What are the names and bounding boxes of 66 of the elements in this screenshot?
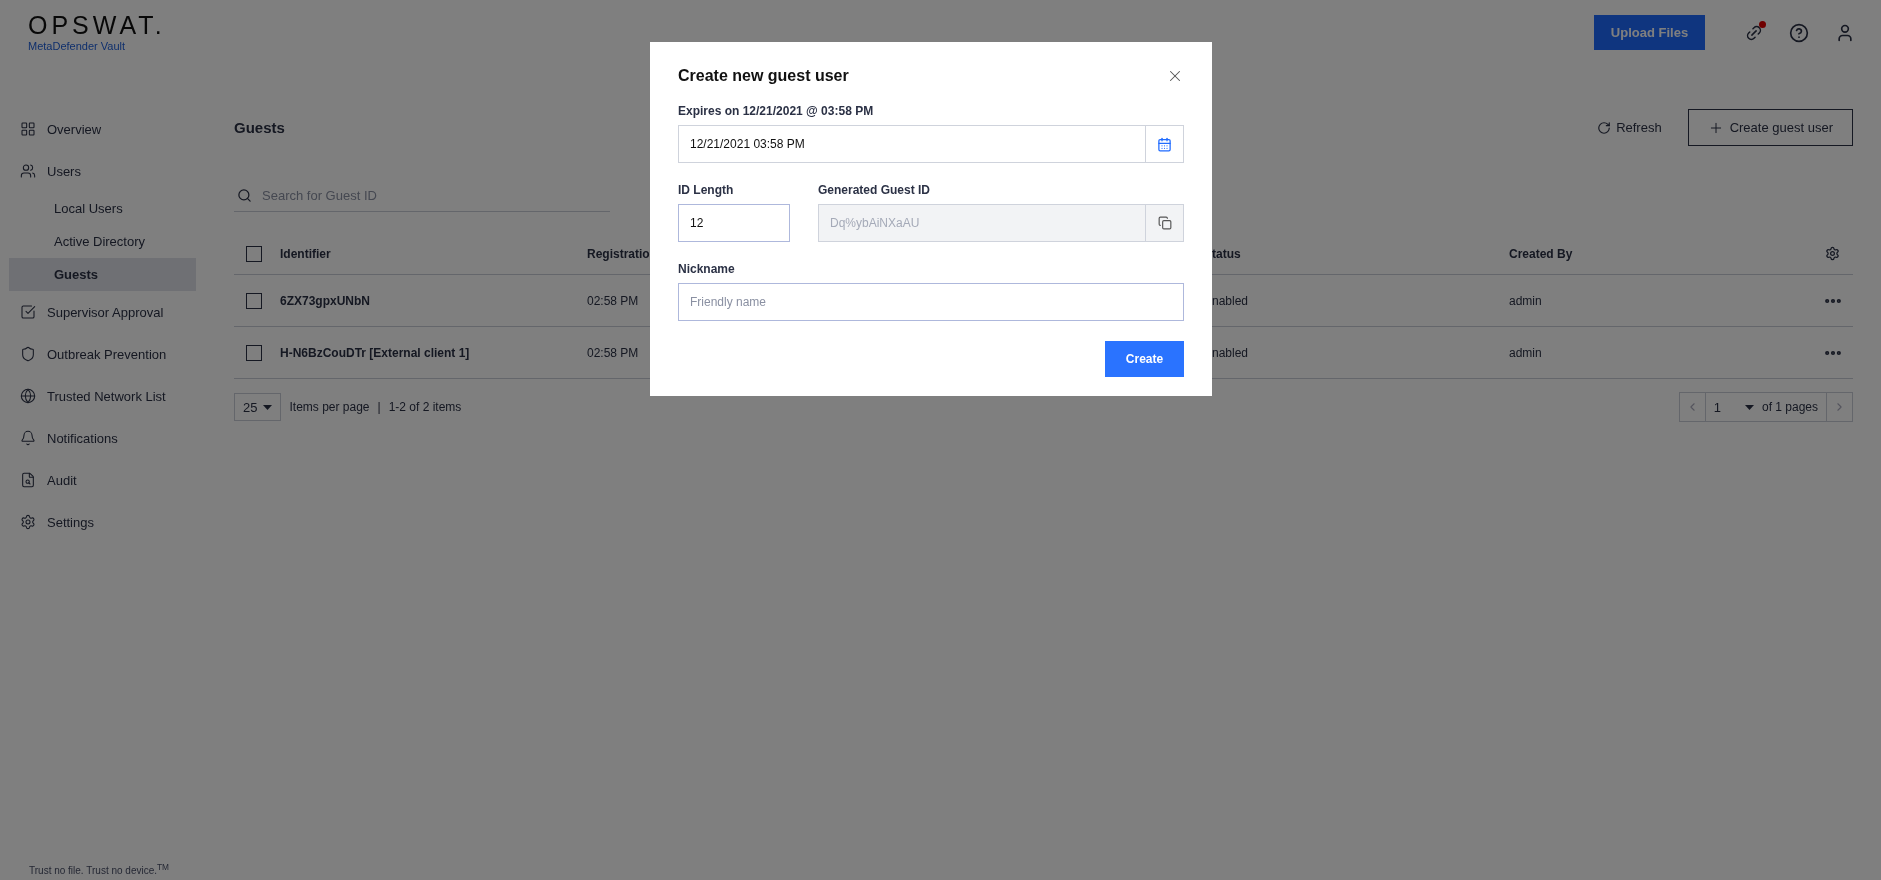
checkbox-icon xyxy=(20,304,36,320)
field-label: Generated Guest ID xyxy=(818,183,932,197)
page-title: Guests xyxy=(234,119,285,136)
search-icon xyxy=(237,188,252,203)
product-name: MetaDefender Vault xyxy=(28,40,127,52)
table-cell: admin xyxy=(1509,293,1542,308)
sidebar-item[interactable]: Users xyxy=(9,150,234,192)
table-cell: nabled xyxy=(1212,345,1249,360)
dialog-title: Create new guest user xyxy=(678,67,849,85)
sidebar-item[interactable]: Trusted Network List xyxy=(9,375,234,417)
search-field[interactable]: Search for Guest ID xyxy=(260,187,610,204)
refresh-icon xyxy=(1597,120,1612,135)
help-icon[interactable] xyxy=(1789,22,1809,43)
field-label: ID Length xyxy=(678,183,735,197)
id-length-field[interactable]: 12 xyxy=(678,204,790,242)
table-cell: 02:58 PM xyxy=(587,293,639,308)
bell-icon xyxy=(20,430,36,446)
calendar-button[interactable] xyxy=(1146,125,1184,163)
nickname-field[interactable]: Friendly name xyxy=(678,283,1184,321)
sidebar-item[interactable]: Notifications xyxy=(9,417,234,459)
settings-icon xyxy=(20,514,36,530)
sidebar-item[interactable]: Guests xyxy=(9,258,196,291)
document-search-icon xyxy=(20,472,36,488)
copy-button[interactable] xyxy=(1146,204,1184,242)
column-header: Registratio xyxy=(587,246,650,261)
shield-icon xyxy=(20,346,36,362)
user-icon[interactable] xyxy=(1835,22,1855,43)
column-header: Identifier xyxy=(280,246,331,261)
sidebar-item[interactable]: Audit xyxy=(9,459,234,501)
sidebar-item[interactable]: Settings xyxy=(9,501,234,543)
checkbox[interactable] xyxy=(246,344,262,361)
upload-button[interactable]: Upload Files xyxy=(1594,15,1705,50)
copy-icon xyxy=(1157,216,1172,230)
sidebar-item[interactable]: Outbreak Prevention xyxy=(9,333,234,375)
create-guest-user-button[interactable]: Create guest user xyxy=(1687,109,1853,146)
table-cell: 6ZX73gpxUNbN xyxy=(280,293,371,308)
table-cell: admin xyxy=(1509,345,1542,360)
checkbox[interactable] xyxy=(246,245,262,262)
separator-text: | xyxy=(377,400,381,414)
caret-icon xyxy=(263,404,273,410)
globe-icon xyxy=(20,388,36,404)
page-size-select[interactable]: 25 xyxy=(234,393,282,421)
date-field[interactable]: 12/21/2021 03:58 PM xyxy=(678,125,1146,163)
create-button[interactable]: Create xyxy=(1105,341,1184,377)
tagline: Trust no file. Trust no device.$^{TM}$ xyxy=(28,861,171,876)
items-per-page-label: Items per page xyxy=(289,400,370,414)
table-cell: nabled xyxy=(1212,293,1249,308)
field-label: Expires on 12/21/2021 @ 03:58 PM xyxy=(678,104,875,118)
table-cell: H-N6BzCouDTr [External client 1] xyxy=(280,345,470,360)
column-header: tatus xyxy=(1212,246,1241,261)
settings-icon[interactable] xyxy=(1825,246,1840,261)
sidebar-item[interactable]: Supervisor Approval xyxy=(9,291,234,333)
grid-icon xyxy=(20,121,36,137)
logo: OPSWAT. xyxy=(28,12,166,38)
checkbox[interactable] xyxy=(246,292,262,309)
calendar-icon xyxy=(1157,136,1172,152)
sidebar-item[interactable]: Overview xyxy=(9,108,234,150)
link-icon[interactable] xyxy=(1745,23,1763,42)
sidebar-item[interactable]: Local Users xyxy=(9,192,196,225)
table-cell: 02:58 PM xyxy=(587,345,639,360)
refresh-button[interactable]: Refresh xyxy=(1591,119,1668,136)
range-text: 1-2 of 2 items xyxy=(388,400,462,414)
users-icon xyxy=(20,163,36,179)
field-label: Nickname xyxy=(678,262,736,276)
sidebar-item[interactable]: Active Directory xyxy=(9,225,196,258)
column-header: Created By xyxy=(1509,246,1573,261)
